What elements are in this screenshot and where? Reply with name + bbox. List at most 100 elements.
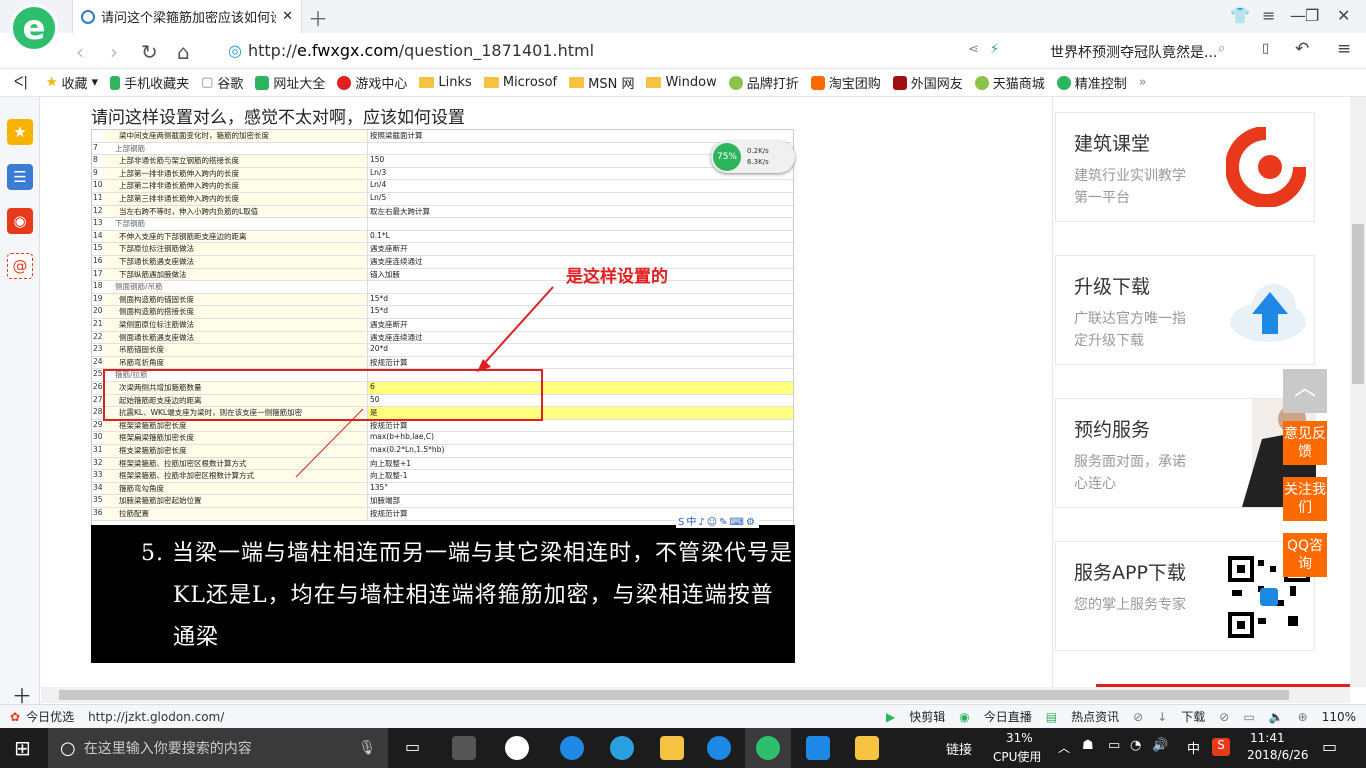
window-icon[interactable]: ▭ — [1243, 710, 1254, 724]
bookmark-games[interactable]: 游戏中心 — [337, 73, 407, 92]
minimize-icon[interactable]: — — [1290, 6, 1306, 25]
clock-date[interactable]: 2018/6/26 — [1247, 748, 1309, 762]
bookmark-microsoft[interactable]: Microsof — [483, 75, 557, 90]
card-upgrade[interactable]: 升级下载 广联达官方唯一指定升级下载 — [1055, 255, 1315, 365]
url-field[interactable]: ◎ http://e.fwxgx.com/question_1871401.ht… — [228, 41, 594, 60]
app-ie-icon[interactable] — [610, 736, 634, 760]
tray-people-icon[interactable]: ☗ — [1082, 738, 1094, 753]
card-course[interactable]: 建筑课堂 建筑行业实训教学第一平台 — [1055, 112, 1315, 222]
news-ticker[interactable]: 世界杯预测夺冠队竟然是... — [1050, 42, 1217, 62]
tab-active[interactable]: 请问这个梁箍筋加密应该如何设置 ✕ — [72, 0, 302, 33]
app-edge-icon[interactable] — [560, 736, 584, 760]
ime-toolbar-icon[interactable]: S中♪☺✎⌨⚙ — [676, 513, 759, 528]
bookmark-label: 网址大全 — [273, 77, 326, 92]
page-icon: ▢ — [201, 75, 214, 90]
app-folder-icon[interactable] — [660, 736, 684, 760]
status-live[interactable]: 今日直播 — [984, 708, 1032, 725]
speed-icon[interactable]: ⚡ — [990, 42, 999, 57]
windows-start-icon[interactable]: ⊞ — [14, 736, 31, 760]
weibo-icon[interactable]: ◉ — [7, 208, 33, 234]
forward-icon[interactable]: › — [110, 40, 118, 64]
list-icon[interactable]: ☰ — [7, 164, 33, 190]
vertical-scroll-thumb[interactable] — [1352, 224, 1364, 384]
qq-consult-button[interactable]: QQ咨询 — [1283, 533, 1327, 577]
clock-time[interactable]: 11:41 — [1250, 731, 1285, 745]
bookmark-links[interactable]: Links — [419, 75, 472, 90]
bookmark-control[interactable]: 精准控制 — [1056, 73, 1127, 92]
bookmark-label: 收藏 — [61, 77, 88, 92]
app-fan-icon[interactable] — [452, 736, 476, 760]
maximize-icon[interactable]: ❐ — [1305, 6, 1319, 25]
more-icon[interactable]: ≡ — [1337, 39, 1351, 59]
wifi-icon[interactable]: ◔ — [1130, 738, 1141, 753]
restore-icon[interactable]: ⊘ — [1219, 710, 1229, 724]
undo-icon[interactable]: ↶ — [1295, 39, 1309, 59]
card-appointment[interactable]: 预约服务 服务面对面，承诺心连心 — [1055, 398, 1316, 508]
browser-logo-icon[interactable]: e — [10, 4, 58, 52]
cpu-percent: 31% — [1006, 731, 1033, 745]
app-2345-browser-icon[interactable] — [756, 736, 780, 760]
close-icon[interactable]: ✕ — [1337, 6, 1350, 25]
back-to-top-button[interactable]: ︿ — [1283, 369, 1327, 413]
battery-icon[interactable]: ▭ — [1108, 738, 1120, 753]
folder-icon — [419, 77, 435, 88]
email-icon[interactable]: @ — [7, 253, 33, 279]
bookmark-label: 外国网友 — [910, 77, 963, 92]
cpu-label: CPU使用 — [993, 750, 1042, 764]
sidebar-toggle-icon[interactable]: ᐸ| — [14, 75, 28, 90]
notification-icon[interactable]: ▭ — [1322, 737, 1337, 756]
bookmark-windows[interactable]: Window — [646, 75, 717, 90]
ime-indicator[interactable]: 中 — [1187, 738, 1200, 757]
share-icon[interactable]: ⋖ — [968, 42, 979, 57]
follow-button[interactable]: 关注我们 — [1283, 477, 1327, 521]
search-icon[interactable]: ⌕ — [1218, 41, 1225, 56]
zoom-level[interactable]: 110% — [1322, 710, 1356, 724]
globe-icon — [255, 75, 270, 90]
tray-chevron-icon[interactable]: ︿ — [1058, 739, 1070, 756]
more-bookmarks-icon[interactable]: » — [1139, 75, 1147, 90]
vertical-scrollbar[interactable] — [1350, 97, 1366, 687]
tab-close-icon[interactable]: ✕ — [282, 9, 293, 24]
app-glodon-icon[interactable] — [707, 736, 731, 760]
link-label[interactable]: 链接 — [946, 739, 972, 758]
url-prefix: http:// — [247, 41, 297, 60]
black-text-panel: 5. 当梁一端与墙柱相连而另一端与其它梁相连时，不管梁代号是 KL还是L，均在与… — [91, 525, 795, 687]
card-app-download[interactable]: 服务APP下载 您的掌上服务专家 — [1055, 541, 1315, 651]
bookmark-hao[interactable]: 网址大全 — [255, 73, 325, 92]
feedback-button[interactable]: 意见反馈 — [1283, 421, 1327, 465]
status-today[interactable]: 今日优选 — [26, 708, 74, 725]
card-desc: 服务面对面，承诺心连心 — [1074, 454, 1186, 492]
accelerate-icon[interactable]: ⊘ — [1133, 710, 1143, 724]
mute-icon[interactable]: 🔈 — [1269, 710, 1284, 724]
bookmark-foreign[interactable]: 外国网友 — [892, 73, 963, 92]
bookmark-brand[interactable]: 品牌打折 — [728, 73, 799, 92]
status-clip[interactable]: 快剪辑 — [909, 708, 945, 725]
app-notepad-icon[interactable] — [855, 736, 879, 760]
skin-icon[interactable]: 👕 — [1230, 6, 1250, 25]
home-icon[interactable]: ⌂ — [177, 40, 190, 64]
back-icon[interactable]: ‹ — [76, 40, 84, 64]
favorites-star-icon[interactable]: ★ — [7, 119, 33, 145]
sogou-icon[interactable]: S — [1212, 738, 1230, 756]
horizontal-scroll-thumb[interactable] — [59, 690, 1289, 700]
phone-icon[interactable]: ▯ — [1262, 41, 1269, 56]
download-icon: ↓ — [1157, 709, 1168, 724]
status-download[interactable]: 下载 — [1181, 708, 1205, 725]
bookmark-tmall[interactable]: 天猫商城 — [974, 73, 1045, 92]
bookmark-taobao[interactable]: 淘宝团购 — [810, 73, 881, 92]
app-ie-white-icon[interactable] — [505, 736, 529, 760]
refresh-icon[interactable]: ↻ — [141, 40, 158, 64]
folder-icon — [646, 77, 662, 88]
new-tab-icon[interactable]: ＋ — [308, 3, 328, 32]
bookmark-msn[interactable]: MSN 网 — [569, 73, 634, 92]
bookmark-mobile[interactable]: 手机收藏夹 — [110, 73, 189, 92]
bookmark-favorites[interactable]: ★ 收藏 ▾ — [46, 73, 98, 92]
taskbar-search[interactable]: ○ 在这里输入你要搜索的内容 🎙 — [48, 728, 388, 768]
black-text-line: 要求。 — [173, 667, 243, 687]
status-news[interactable]: 热点资讯 — [1071, 708, 1119, 725]
app-plus-icon[interactable] — [806, 736, 830, 760]
mic-icon[interactable]: 🎙 — [358, 740, 376, 756]
task-view-icon[interactable]: ▭ — [405, 737, 420, 756]
menu-icon[interactable]: ≡ — [1262, 6, 1275, 25]
bookmark-google[interactable]: ▢ 谷歌 — [201, 73, 243, 92]
